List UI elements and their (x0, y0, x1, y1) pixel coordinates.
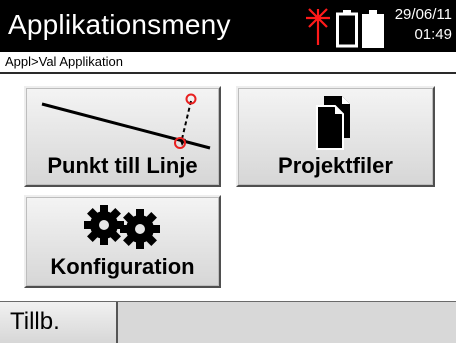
date-time: 29/06/11 01:49 (382, 5, 452, 45)
tile-label: Punkt till Linje (47, 153, 198, 178)
tile-label: Projektfiler (278, 153, 393, 178)
laser-icon (306, 8, 330, 45)
breadcrumb: Appl>Val Applikation (5, 54, 123, 69)
point-to-line-icon (41, 93, 211, 150)
back-button[interactable]: Tillb. (0, 302, 118, 343)
project-files-button[interactable]: Projektfiler (236, 86, 435, 187)
time: 01:49 (414, 26, 452, 43)
status-icons (304, 6, 386, 48)
gears-icon (84, 205, 160, 249)
battery-icon (362, 10, 384, 48)
files-icon (316, 96, 350, 150)
date: 29/06/11 (394, 6, 452, 23)
tile-label: Konfiguration (50, 254, 195, 279)
page-title: Applikationsmeny (8, 9, 231, 40)
bottom-bar: Tillb. (0, 301, 456, 343)
configuration-button[interactable]: Konfiguration (24, 195, 221, 288)
title-bar: Applikationsmeny 29/06/11 01:49 (0, 0, 456, 52)
battery-icon (336, 10, 358, 48)
divider (0, 72, 456, 74)
point-to-line-button[interactable]: Punkt till Linje (24, 86, 221, 187)
